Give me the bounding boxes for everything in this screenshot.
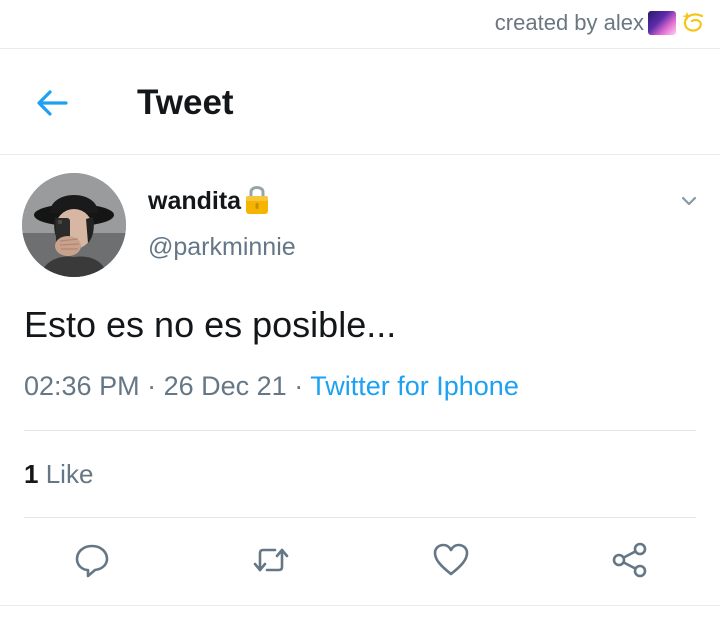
tweet-meta: 02:36 PM · 26 Dec 21 · Twitter for Iphon… [24, 371, 519, 402]
lock-icon [246, 186, 269, 214]
like-button[interactable] [431, 540, 471, 580]
meta-separator: · [147, 371, 157, 401]
header-divider [0, 154, 720, 155]
tweet-time: 02:36 PM [24, 371, 140, 401]
reply-icon [75, 544, 109, 578]
display-name: wandita [148, 186, 242, 215]
credit-watermark: created by alex [495, 10, 706, 36]
retweet-button[interactable] [251, 540, 291, 580]
arrow-left-icon [37, 90, 68, 116]
user-handle[interactable]: @parkminnie [148, 233, 296, 262]
share-button[interactable] [610, 540, 650, 580]
reply-button[interactable] [72, 540, 112, 580]
tweet-date: 26 Dec 21 [163, 371, 287, 401]
share-icon [612, 542, 647, 578]
header: Tweet [0, 49, 720, 154]
dizzy-star-icon [682, 12, 704, 32]
meta-divider [24, 430, 696, 431]
meta-separator: · [294, 371, 304, 401]
tweet-text: Esto es no es posible... [24, 304, 397, 345]
like-count-label: Like [45, 459, 94, 489]
tweet-source-link[interactable]: Twitter for Iphone [310, 371, 519, 401]
page-title: Tweet [137, 83, 234, 122]
stats-divider [24, 517, 696, 518]
chevron-down-icon[interactable] [678, 190, 700, 212]
likes-count[interactable]: 1 Like [24, 459, 93, 490]
milky-way-icon [648, 11, 676, 35]
credit-text: created by alex [494, 10, 644, 35]
retweet-icon [253, 548, 289, 572]
avatar[interactable] [22, 173, 126, 277]
display-name-row[interactable]: wandita [148, 186, 271, 216]
avatar-photo [22, 173, 126, 277]
back-button[interactable] [30, 81, 74, 125]
bottom-divider [0, 605, 720, 606]
heart-icon [433, 543, 469, 576]
like-count-number: 1 [24, 459, 39, 489]
